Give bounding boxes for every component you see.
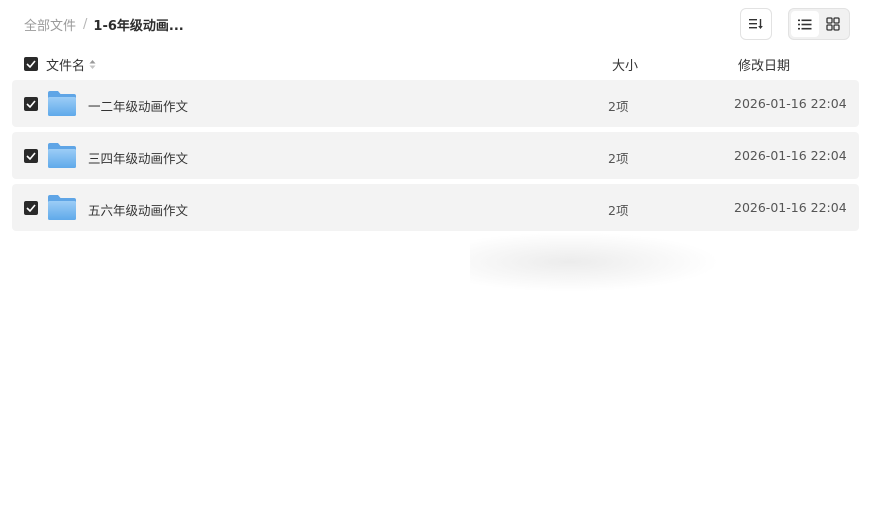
breadcrumb-separator: / [83, 16, 88, 32]
file-name[interactable]: 一二年级动画作文 [88, 96, 188, 115]
sort-arrows-icon[interactable] [89, 59, 96, 70]
column-header-name-label: 文件名 [46, 59, 86, 74]
column-header-name[interactable]: 文件名 [46, 55, 96, 74]
folder-icon [47, 142, 77, 169]
sort-button[interactable] [740, 8, 772, 40]
column-header-date[interactable]: 修改日期 [738, 55, 790, 74]
checkmark-icon [26, 60, 36, 68]
file-row[interactable]: 一二年级动画作文 2项 2026-01-16 22:04 [12, 80, 859, 127]
folder-icon [47, 194, 77, 221]
background-blur [470, 232, 720, 292]
file-size: 2项 [608, 99, 629, 114]
checkmark-icon [26, 152, 36, 160]
list-view-icon [798, 19, 812, 30]
breadcrumb-root-link[interactable]: 全部文件 [24, 15, 76, 34]
folder-icon [47, 90, 77, 117]
breadcrumb: 全部文件 / 1-6年级动画... [24, 14, 184, 34]
row-checkbox[interactable] [24, 201, 38, 215]
row-checkbox[interactable] [24, 149, 38, 163]
column-header-size[interactable]: 大小 [612, 55, 638, 74]
file-row[interactable]: 三四年级动画作文 2项 2026-01-16 22:04 [12, 132, 859, 179]
sort-lines-icon [749, 18, 763, 30]
file-size: 2项 [608, 203, 629, 218]
file-modified-date: 2026-01-16 22:04 [734, 96, 847, 111]
grid-view-button[interactable] [819, 11, 847, 37]
view-mode-toggle [788, 8, 850, 40]
file-list-header: 文件名 大小 修改日期 [12, 52, 859, 76]
checkmark-icon [26, 204, 36, 212]
select-all-checkbox[interactable] [24, 57, 38, 71]
file-name[interactable]: 三四年级动画作文 [88, 148, 188, 167]
file-row[interactable]: 五六年级动画作文 2项 2026-01-16 22:04 [12, 184, 859, 231]
breadcrumb-current-folder: 1-6年级动画... [93, 18, 184, 34]
file-modified-date: 2026-01-16 22:04 [734, 200, 847, 215]
grid-view-icon [826, 17, 840, 31]
file-modified-date: 2026-01-16 22:04 [734, 148, 847, 163]
file-name[interactable]: 五六年级动画作文 [88, 200, 188, 219]
list-view-button[interactable] [791, 11, 819, 37]
checkmark-icon [26, 100, 36, 108]
file-size: 2项 [608, 151, 629, 166]
row-checkbox[interactable] [24, 97, 38, 111]
